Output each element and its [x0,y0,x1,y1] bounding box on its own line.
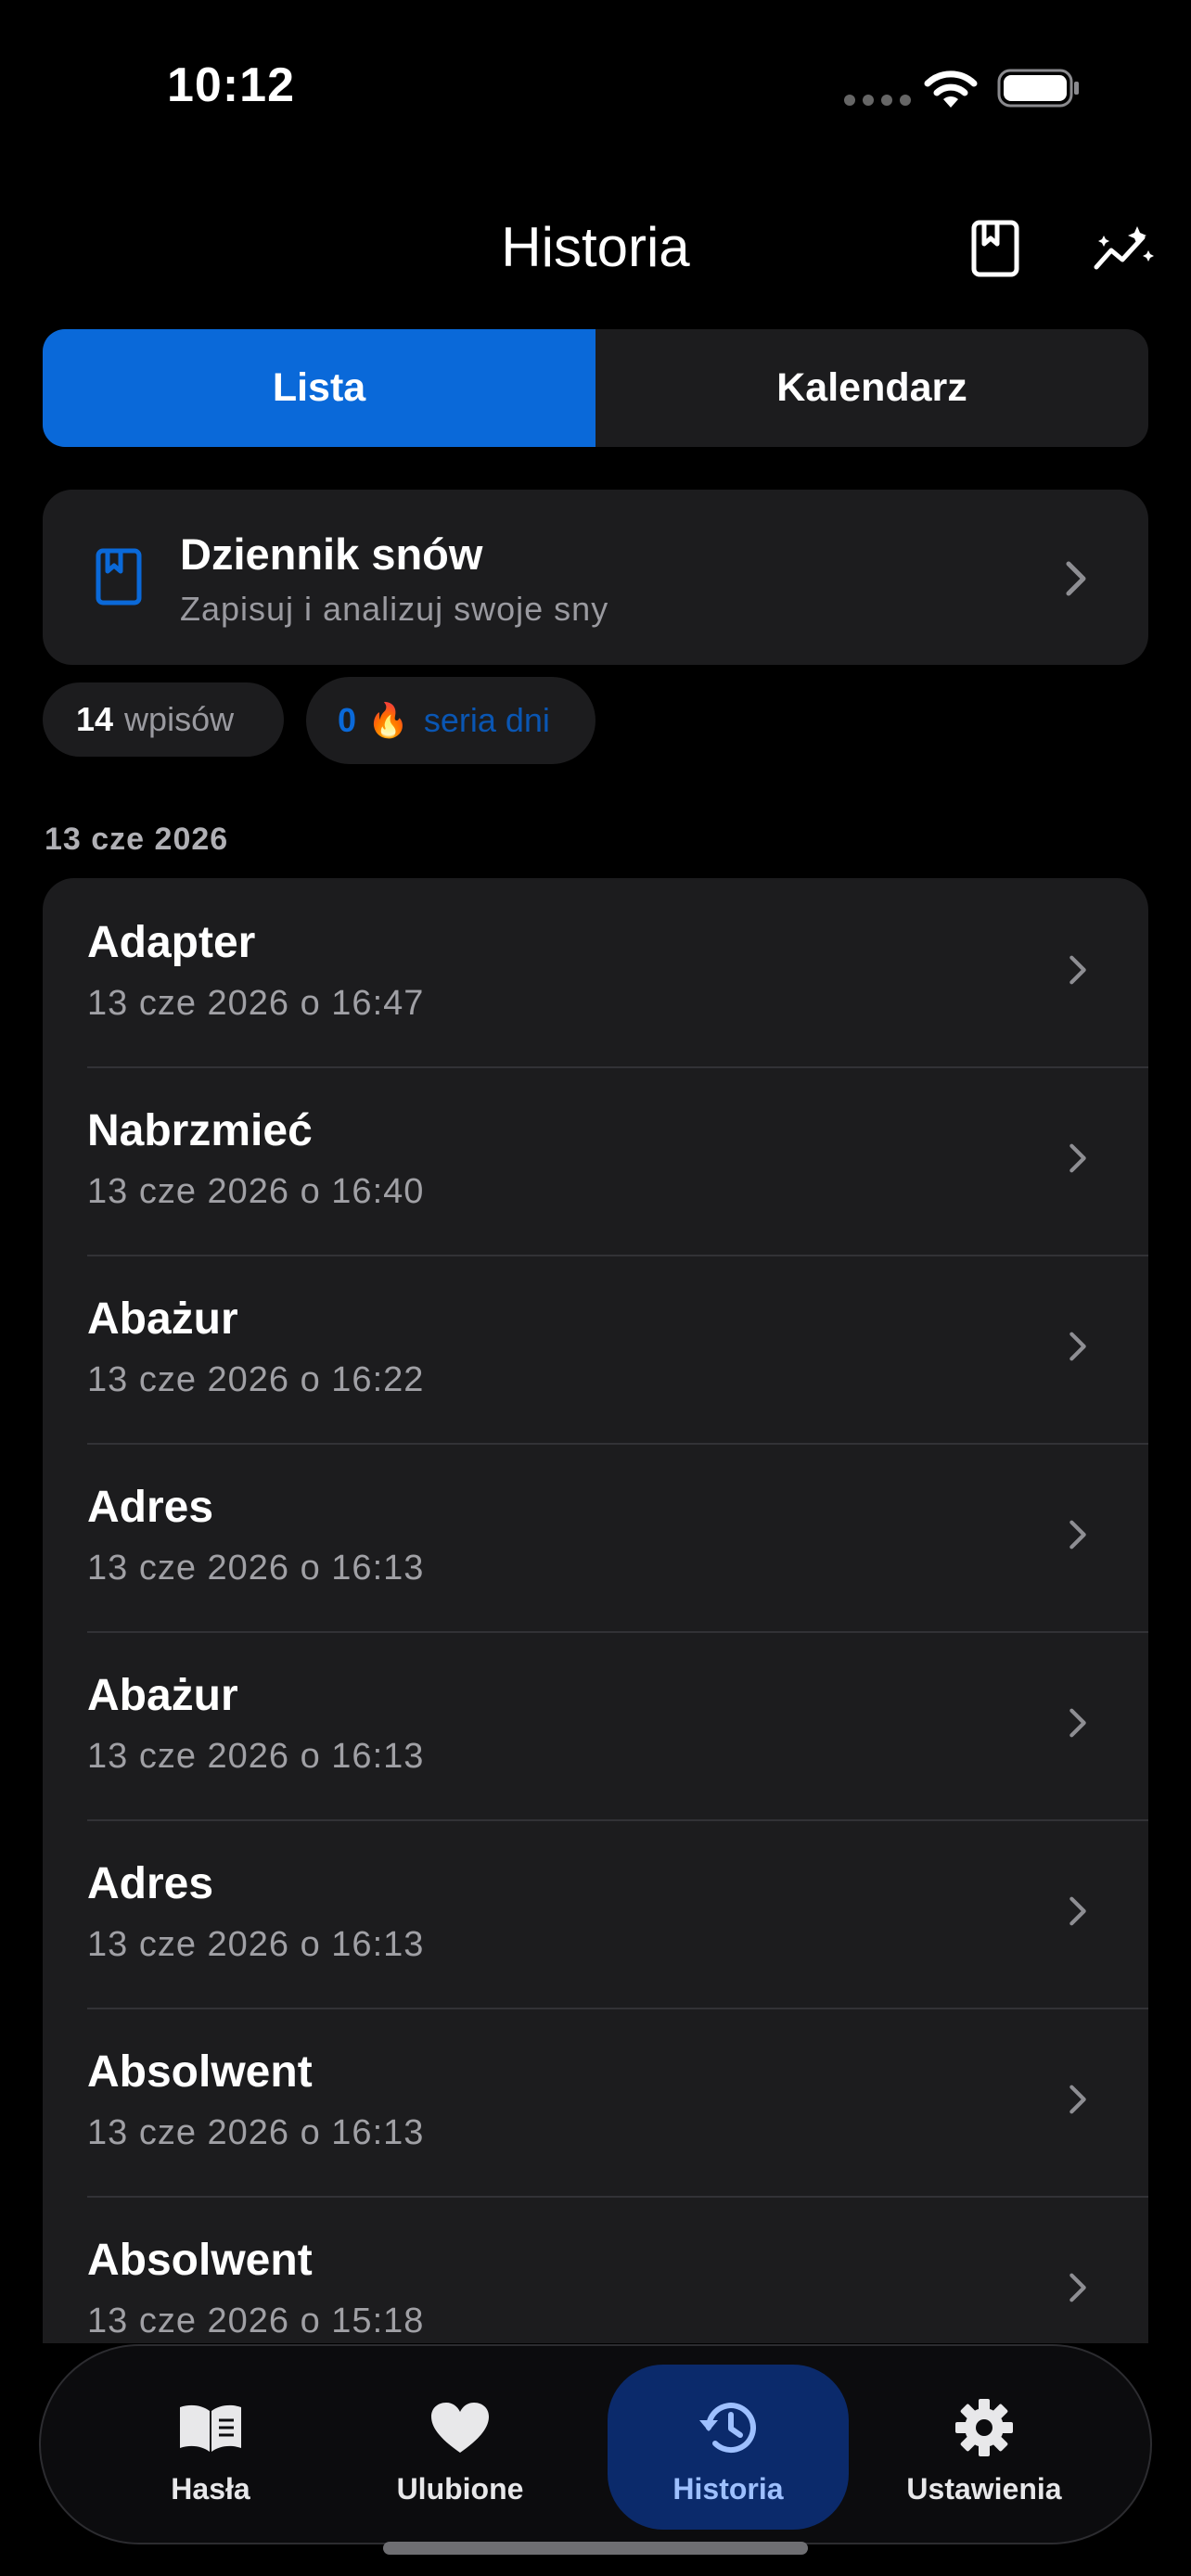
entries-count-badge: 14 wpisów [43,682,284,757]
tab-label-ustawienia: Ustawienia [906,2472,1062,2506]
battery-icon [997,69,1079,108]
history-row-date: 13 cze 2026 o 16:13 [87,2113,425,2152]
history-row[interactable]: Absolwent 13 cze 2026 o 15:18 [43,2196,1148,2343]
book-icon [173,2394,248,2461]
chevron-right-icon [1069,1143,1086,1173]
nav-header: Historia [0,185,1191,306]
tab-ulubione[interactable]: Ulubione [339,2365,581,2530]
home-indicator [383,2542,808,2555]
dream-journal-card[interactable]: Dziennik snów Zapisuj i analizuj swoje s… [43,490,1148,665]
history-icon [691,2394,765,2461]
tab-label-hasla: Hasła [171,2472,250,2506]
segment-list[interactable]: Lista [43,329,596,447]
history-row-title: Absolwent [87,2236,313,2285]
status-time: 10:12 [167,58,295,112]
journal-title: Dziennik snów [180,529,483,579]
history-row[interactable]: Adres 13 cze 2026 o 16:13 [43,1819,1148,2008]
history-row[interactable]: Abażur 13 cze 2026 o 16:13 [43,1631,1148,1819]
entries-label: wpisów [124,700,235,738]
chevron-right-icon [1069,1708,1086,1738]
history-row[interactable]: Abażur 13 cze 2026 o 16:22 [43,1255,1148,1443]
history-row[interactable]: Nabrzmieć 13 cze 2026 o 16:40 [43,1066,1148,1255]
history-row-date: 13 cze 2026 o 16:13 [87,1737,425,1776]
tab-hasla[interactable]: Hasła [90,2365,331,2530]
view-segmented-control: Lista Kalendarz [43,329,1148,447]
history-row-date: 13 cze 2026 o 16:40 [87,1172,425,1211]
history-list: Adapter 13 cze 2026 o 16:47 Nabrzmieć 13 cz… [43,878,1148,2343]
chevron-right-icon [1069,1520,1086,1549]
history-row-date: 13 cze 2026 o 16:13 [87,1925,425,1964]
tab-label-historia: Historia [672,2472,784,2506]
journal-subtitle: Zapisuj i analizuj swoje sny [180,590,609,628]
streak-label: seria dni [423,701,550,739]
history-row-title: Abażur [87,1294,238,1344]
entries-count: 14 [76,700,114,738]
history-row-title: Adapter [87,918,256,967]
tab-ustawienia[interactable]: Ustawienia [864,2365,1105,2530]
history-row-title: Adres [87,1483,214,1532]
history-row-date: 13 cze 2026 o 16:22 [87,1360,425,1399]
chevron-right-icon [1069,2273,1086,2302]
history-row-date: 13 cze 2026 o 16:13 [87,1549,425,1588]
tab-bar: Hasła Ulubione Historia Ustawienia [39,2344,1152,2544]
chevron-right-icon [1069,1896,1086,1926]
history-row-title: Adres [87,1859,214,1908]
streak-count: 0 [338,701,357,739]
cellular-signal-icon [844,95,911,106]
sparkle-chart-icon[interactable] [1088,211,1162,286]
status-bar: 10:12 [0,0,1191,176]
journal-book-icon [96,548,142,606]
wifi-icon [924,70,978,108]
history-row[interactable]: Adres 13 cze 2026 o 16:13 [43,1443,1148,1631]
chevron-right-icon [1069,2085,1086,2114]
history-row-date: 13 cze 2026 o 16:47 [87,984,425,1023]
chevron-right-icon [1069,955,1086,985]
history-row[interactable]: Adapter 13 cze 2026 o 16:47 [43,878,1148,1066]
streak-badge: 0 🔥 seria dni [306,677,596,764]
section-date-header: 13 cze 2026 [45,822,229,857]
flame-icon: 🔥 [367,701,409,739]
chevron-right-icon [1066,561,1086,596]
history-row-title: Absolwent [87,2047,313,2097]
history-row-title: Abażur [87,1671,238,1720]
chevron-right-icon [1069,1332,1086,1361]
bookmark-book-icon[interactable] [958,211,1032,286]
tab-historia[interactable]: Historia [608,2365,849,2530]
history-row[interactable]: Absolwent 13 cze 2026 o 16:13 [43,2008,1148,2196]
segment-calendar[interactable]: Kalendarz [596,329,1148,447]
history-row-title: Nabrzmieć [87,1106,313,1155]
tab-label-ulubione: Ulubione [396,2472,524,2506]
gear-icon [947,2394,1021,2461]
history-row-date: 13 cze 2026 o 15:18 [87,2302,425,2340]
heart-icon [423,2394,497,2461]
